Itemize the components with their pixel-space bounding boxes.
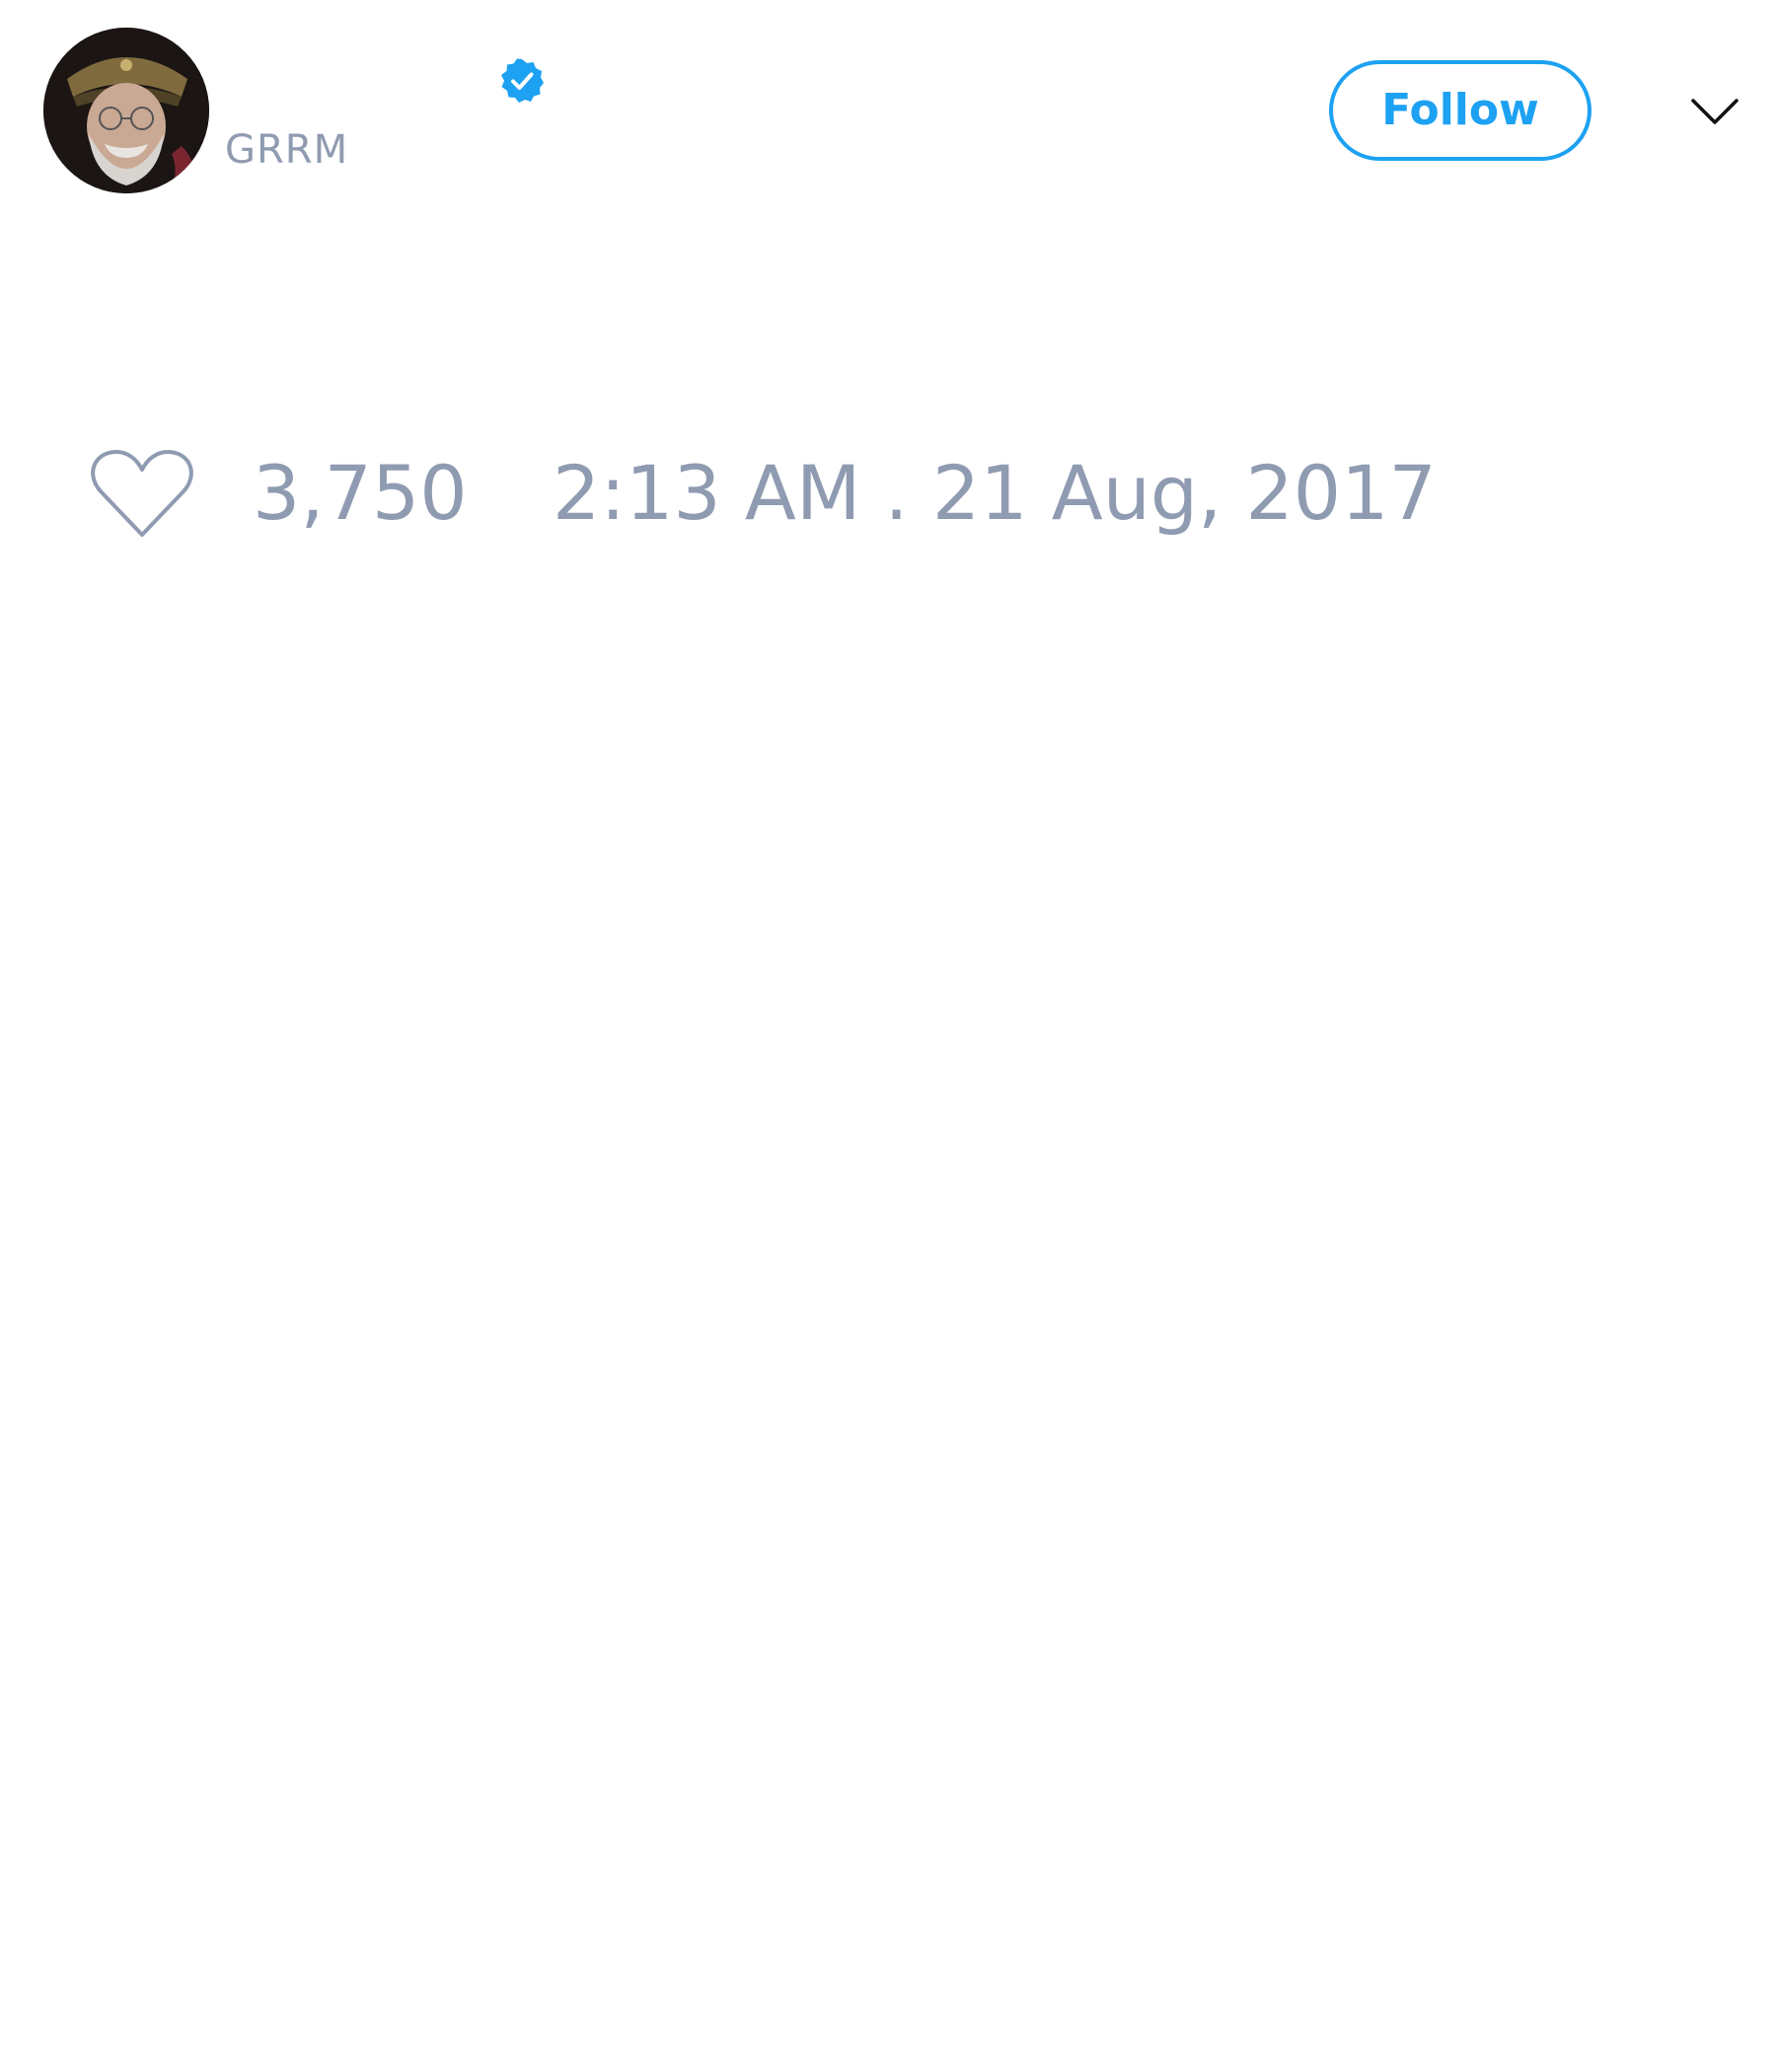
heart-outline-icon[interactable] <box>89 446 195 541</box>
verified-badge-icon <box>498 57 546 105</box>
chevron-down-icon[interactable] <box>1689 85 1740 136</box>
author-handle[interactable]: GRRM <box>225 126 348 174</box>
follow-button[interactable]: Follow <box>1329 60 1591 161</box>
like-count[interactable]: 3,750 <box>253 449 468 538</box>
avatar-photo <box>43 28 209 193</box>
avatar[interactable] <box>43 28 209 193</box>
tweet-timestamp[interactable]: 2:13 AM . 21 Aug, 2017 <box>553 449 1437 538</box>
tweet-card: GRRM Follow 3,750 2:13 AM . 21 Aug, 2017 <box>0 0 1776 2072</box>
